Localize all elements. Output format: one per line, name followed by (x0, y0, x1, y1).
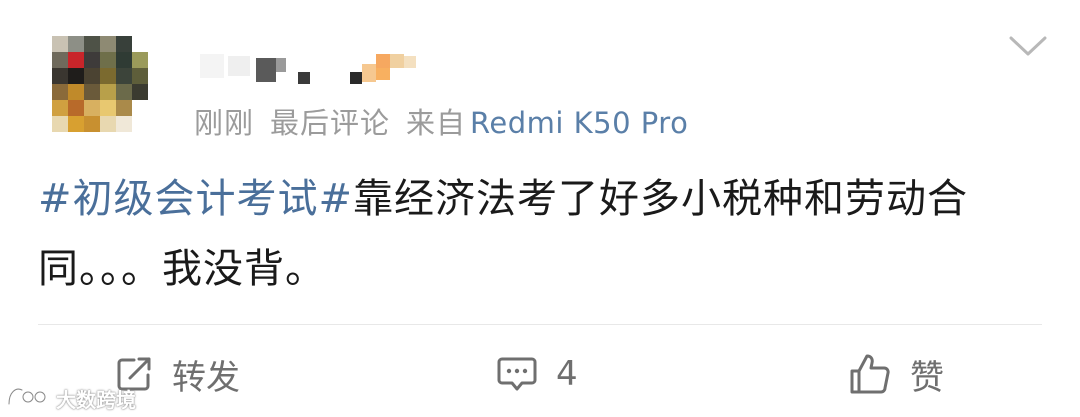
post-body: #初级会计考试#靠经济法考了好多小税种和劳动合同。。。我没背。 (38, 164, 1038, 304)
username-mosaic[interactable] (200, 46, 440, 92)
watermark-text: 大数跨境 (56, 387, 136, 412)
post-time: 刚刚 (194, 106, 255, 140)
avatar[interactable] (52, 36, 164, 148)
like-label: 赞 (910, 357, 944, 398)
post-meta: 刚刚 最后评论 来自 Redmi K50 Pro (194, 100, 688, 142)
topic-link[interactable]: #初级会计考试# (38, 176, 353, 222)
comment-icon (496, 354, 538, 394)
watermark: 大数跨境 (6, 384, 136, 412)
repost-label: 转发 (172, 357, 240, 398)
weibo-post-card: 刚刚 最后评论 来自 Redmi K50 Pro #初级会计考试#靠经济法考了好多小税… (0, 0, 1080, 417)
device-link[interactable]: Redmi K50 Pro (470, 106, 688, 140)
post-status: 最后评论 (270, 106, 391, 140)
comment-count: 4 (556, 354, 578, 394)
like-button[interactable]: 赞 (848, 348, 944, 400)
divider (38, 324, 1042, 325)
chevron-down-icon[interactable] (1008, 30, 1048, 60)
comment-button[interactable]: 4 (496, 348, 578, 400)
source-prefix: 来自 (406, 106, 467, 140)
brand-logo-icon (6, 384, 56, 413)
thumbs-up-icon (848, 352, 892, 396)
